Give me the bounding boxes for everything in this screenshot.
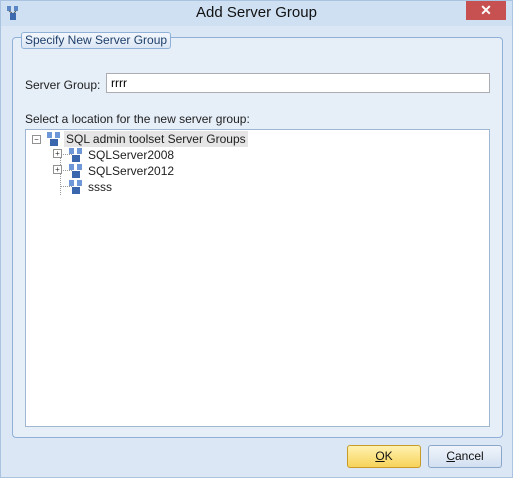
tree-node-label: SQLServer2012 — [88, 164, 175, 178]
title-bar[interactable]: Add Server Group ✕ — [1, 1, 512, 26]
ok-mnemonic: O — [375, 449, 385, 463]
ok-label-rest: K — [384, 449, 393, 463]
location-label: Select a location for the new server gro… — [25, 112, 250, 126]
server-group-icon — [69, 180, 82, 194]
group-box: Specify New Server Group Server Group: S… — [12, 32, 503, 438]
group-box-title: Specify New Server Group — [21, 32, 172, 49]
cancel-label-rest: ancel — [454, 449, 484, 463]
tree-node-ssss[interactable]: ssss — [68, 179, 168, 195]
tree-node-label: SQLServer2008 — [88, 148, 175, 162]
add-server-group-dialog: Add Server Group ✕ Specify New Server Gr… — [0, 0, 513, 478]
expand-toggle[interactable]: + — [53, 165, 62, 174]
collapse-toggle[interactable]: − — [32, 135, 41, 144]
tree-node-label: SQL admin toolset Server Groups — [64, 131, 248, 147]
server-group-icon — [69, 164, 82, 178]
window-title: Add Server Group — [196, 4, 317, 21]
tree-node-label: ssss — [88, 180, 112, 194]
ok-button[interactable]: OK — [347, 445, 421, 468]
close-button[interactable]: ✕ — [466, 1, 506, 20]
server-group-icon — [69, 148, 82, 162]
cancel-mnemonic: C — [446, 449, 455, 463]
expand-toggle[interactable]: + — [53, 149, 62, 158]
tree-node-root[interactable]: SQL admin toolset Server Groups — [46, 131, 266, 147]
server-group-label: Server Group: — [25, 78, 101, 92]
cancel-button[interactable]: Cancel — [428, 445, 502, 468]
dialog-body: Specify New Server Group Server Group: S… — [8, 28, 505, 471]
tree-node-sqlserver2012[interactable]: SQLServer2012 — [68, 163, 198, 179]
server-group-icon — [47, 132, 60, 146]
location-tree[interactable]: − SQL admin toolset Server Groups + SQLS… — [25, 129, 490, 427]
close-icon: ✕ — [480, 2, 492, 18]
server-group-input[interactable] — [106, 73, 490, 93]
tree-node-sqlserver2008[interactable]: SQLServer2008 — [68, 147, 198, 163]
